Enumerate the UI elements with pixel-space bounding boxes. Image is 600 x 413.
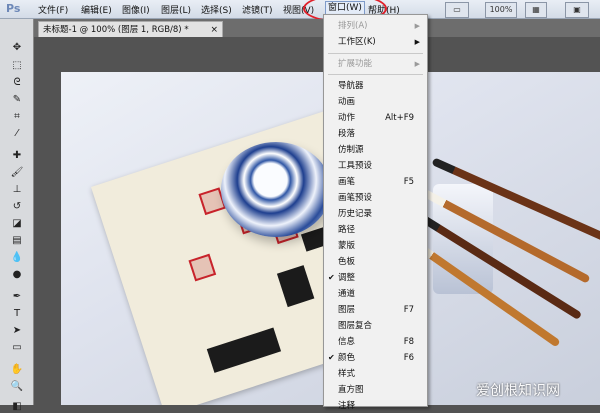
lasso-tool-icon[interactable]: ᘓ [10,76,24,89]
menu-item-channels[interactable]: 通道 [324,287,427,301]
menu-item-layers[interactable]: 图层 F7 [324,303,427,317]
menu-image[interactable]: 图像(I) [122,3,150,16]
history-brush-tool-icon[interactable]: ↺ [10,200,24,213]
menu-layer[interactable]: 图层(L) [161,3,191,16]
menu-item-animation[interactable]: 动画 [324,95,427,109]
brush-tool-icon[interactable]: 🖌 [10,166,24,179]
black-ink-print [206,327,282,373]
menu-item-color[interactable]: ✔ 颜色 F6 [324,351,427,365]
check-icon: ✔ [328,353,335,362]
menu-item-styles[interactable]: 样式 [324,367,427,381]
path-select-tool-icon[interactable]: ➤ [10,324,24,337]
type-tool-icon[interactable]: T [10,307,24,320]
clone-stamp-tool-icon[interactable]: ⊥ [10,183,24,196]
submenu-arrow-icon: ▶ [414,60,420,68]
menu-item-paths[interactable]: 路径 [324,223,427,237]
dodge-tool-icon[interactable]: ● [10,268,24,281]
menu-item-paragraph[interactable]: 段落 [324,127,427,141]
menu-bar: Ps 文件(F) 编辑(E) 图像(I) 图层(L) 选择(S) 滤镜(T) 视… [0,0,600,23]
menu-item-notes[interactable]: 注释 [324,399,427,413]
menu-item-extensions[interactable]: 扩展功能 ▶ [324,57,427,71]
menu-item-swatches[interactable]: 色板 [324,255,427,269]
quick-select-tool-icon[interactable]: ✎ [10,93,24,106]
menu-item-masks[interactable]: 蒙版 [324,239,427,253]
gradient-tool-icon[interactable]: ▤ [10,234,24,247]
tools-panel: ✥ ⬚ ᘓ ✎ ⌗ ⁄ ✚ 🖌 ⊥ ↺ ◪ ▤ 💧 ● ✒ T ➤ ▭ ✋ 🔍 … [0,19,34,412]
hand-tool-icon[interactable]: ✋ [10,363,24,376]
menu-item-tool-presets[interactable]: 工具预设 [324,159,427,173]
site-watermark: 爱创根知识网 [476,383,560,399]
zoom-tool-icon[interactable]: 🔍 [10,380,24,393]
menu-item-histogram[interactable]: 直方图 [324,383,427,397]
menu-item-brush[interactable]: 画笔 F5 [324,175,427,189]
document-tab-title: 未标题-1 @ 100% (图层 1, RGB/8) * [43,25,189,35]
document-tab-bar: 未标题-1 @ 100% (图层 1, RGB/8) * × [34,19,600,37]
submenu-arrow-icon: ▶ [414,38,420,46]
pen-tool-icon[interactable]: ✒ [10,290,24,303]
hand-view-icon[interactable]: ▭ [445,2,469,18]
menu-file[interactable]: 文件(F) [38,3,68,16]
eraser-tool-icon[interactable]: ◪ [10,217,24,230]
menu-item-arrange[interactable]: 排列(A) ▶ [324,19,427,33]
color-swatches-icon[interactable]: ◧ [10,400,24,413]
porcelain-ink-box-image [221,142,331,237]
check-icon: ✔ [328,273,335,282]
submenu-arrow-icon: ▶ [414,22,420,30]
menu-item-history[interactable]: 历史记录 [324,207,427,221]
menu-item-info[interactable]: 信息 F8 [324,335,427,349]
menu-item-layer-comps[interactable]: 图层复合 [324,319,427,333]
crop-tool-icon[interactable]: ⌗ [10,110,24,123]
eyedropper-tool-icon[interactable]: ⁄ [10,127,24,140]
close-icon[interactable]: × [210,22,218,38]
menu-filter[interactable]: 滤镜(T) [242,3,273,16]
marquee-tool-icon[interactable]: ⬚ [10,59,24,72]
menu-item-actions[interactable]: 动作 Alt+F9 [324,111,427,125]
screen-mode-icon[interactable]: ▣ [565,2,589,18]
menu-item-navigator[interactable]: 导航器 [324,79,427,93]
menu-item-adjustments[interactable]: ✔ 调整 [324,271,427,285]
red-seal-mark [188,253,217,282]
menu-separator [328,53,423,54]
black-seal-mark [276,265,315,308]
move-tool-icon[interactable]: ✥ [10,41,24,54]
menu-separator [328,74,423,75]
arrange-documents-icon[interactable]: ▦ [525,2,547,18]
menu-item-clone-source[interactable]: 仿制源 [324,143,427,157]
healing-brush-tool-icon[interactable]: ✚ [10,149,24,162]
menu-edit[interactable]: 编辑(E) [81,3,112,16]
shape-tool-icon[interactable]: ▭ [10,341,24,354]
menu-select[interactable]: 选择(S) [201,3,232,16]
photoshop-logo-icon: Ps [6,2,21,15]
menu-item-workspace[interactable]: 工作区(K) ▶ [324,35,427,49]
menu-item-brush-presets[interactable]: 画笔预设 [324,191,427,205]
zoom-level-button[interactable]: 100% [485,2,517,18]
blur-tool-icon[interactable]: 💧 [10,251,24,264]
window-menu-dropdown: 排列(A) ▶ 工作区(K) ▶ 扩展功能 ▶ 导航器 动画 动作 Alt+F9 … [323,14,428,411]
document-tab[interactable]: 未标题-1 @ 100% (图层 1, RGB/8) * × [38,21,223,37]
